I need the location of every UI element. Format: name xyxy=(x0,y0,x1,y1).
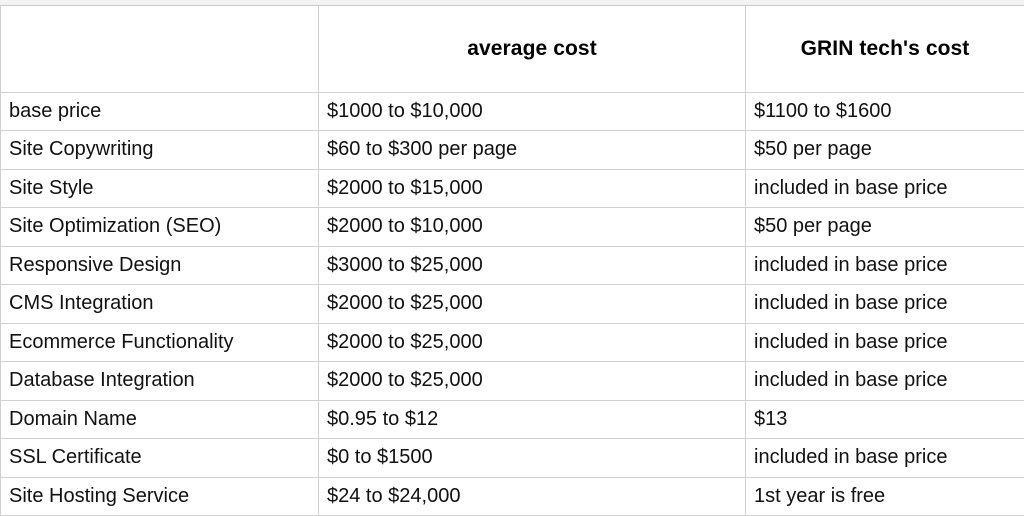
table-cell-grin: $1100 to $1600 xyxy=(745,92,1024,131)
cell-text: $3000 to $25,000 xyxy=(327,253,483,276)
cell-text: $24 to $24,000 xyxy=(327,484,461,507)
table-cell-average: $1000 to $10,000 xyxy=(318,92,746,131)
cell-text: SSL Certificate xyxy=(9,446,142,469)
cell-text: Responsive Design xyxy=(9,253,182,276)
table-row: Site Copywriting $60 to $300 per page $50 … xyxy=(0,130,1024,170)
column-header-grin-tech-cost: GRIN tech's cost xyxy=(745,6,1024,93)
table-cell-average: $0.95 to $12 xyxy=(318,400,746,439)
cell-text: Site Copywriting xyxy=(9,138,154,161)
cell-text: Site Hosting Service xyxy=(9,484,190,507)
cell-text: Site Optimization (SEO) xyxy=(9,215,222,238)
table-row: Database Integration $2000 to $25,000 incl… xyxy=(0,361,1024,401)
table-row: Responsive Design $3000 to $25,000 include… xyxy=(0,246,1024,285)
cell-text: Database Integration xyxy=(9,369,195,392)
cell-text: $1000 to $10,000 xyxy=(327,99,483,122)
table-cell-feature: Site Optimization (SEO) xyxy=(0,207,319,247)
cell-text: included in base price xyxy=(754,369,948,392)
cell-text: included in base price xyxy=(754,253,948,276)
cell-text: 1st year is free xyxy=(754,484,886,507)
cell-text: $2000 to $25,000 xyxy=(327,369,483,392)
table-cell-average: $24 to $24,000 xyxy=(318,477,746,516)
column-header-feature xyxy=(0,6,319,93)
table-cell-grin: included in base price xyxy=(745,169,1024,208)
table-row: base price $1000 to $10,000 $1100 to $1600 xyxy=(0,92,1024,131)
cell-text: $0.95 to $12 xyxy=(327,407,439,430)
table-cell-feature: Domain Name xyxy=(0,400,319,439)
column-header-average-cost: average cost xyxy=(318,6,746,93)
table-row: Ecommerce Functionality $2000 to $25,000 i… xyxy=(0,323,1024,362)
table-cell-feature: SSL Certificate xyxy=(0,438,319,478)
table-cell-average: $2000 to $15,000 xyxy=(318,169,746,208)
cell-text: included in base price xyxy=(754,330,948,353)
table-cell-grin: included in base price xyxy=(745,323,1024,362)
table-row: CMS Integration $2000 to $25,000 included … xyxy=(0,284,1024,324)
table-row: SSL Certificate $0 to $1500 included in ba… xyxy=(0,438,1024,478)
cell-text: $50 per page xyxy=(754,138,872,161)
table-cell-grin: included in base price xyxy=(745,361,1024,401)
cell-text: $2000 to $25,000 xyxy=(327,292,483,315)
table-row: Domain Name $0.95 to $12 $13 xyxy=(0,400,1024,439)
table-cell-feature: Site Copywriting xyxy=(0,130,319,170)
table-cell-grin: $50 per page xyxy=(745,207,1024,247)
cell-text: $13 xyxy=(754,407,788,430)
table-cell-grin: $50 per page xyxy=(745,130,1024,170)
table-cell-grin: included in base price xyxy=(745,438,1024,478)
cell-text: CMS Integration xyxy=(9,292,154,315)
table-cell-average: $0 to $1500 xyxy=(318,438,746,478)
table-cell-feature: Database Integration xyxy=(0,361,319,401)
table-cell-grin: included in base price xyxy=(745,284,1024,324)
table-cell-average: $60 to $300 per page xyxy=(318,130,746,170)
cell-text: included in base price xyxy=(754,176,948,199)
table-cell-grin: 1st year is free xyxy=(745,477,1024,516)
table-cell-feature: Site Style xyxy=(0,169,319,208)
cell-text: Site Style xyxy=(9,176,94,199)
table-body: base price $1000 to $10,000 $1100 to $1600… xyxy=(0,92,1024,516)
website-cost-comparison-table: average cost GRIN tech's cost base price… xyxy=(0,6,1024,516)
cell-text: $50 per page xyxy=(754,215,872,238)
cell-text: $1100 to $1600 xyxy=(754,99,892,122)
table-cell-grin: $13 xyxy=(745,400,1024,439)
cell-text: base price xyxy=(9,99,102,122)
table-row: Site Optimization (SEO) $2000 to $10,000 $… xyxy=(0,207,1024,247)
table-cell-feature: Ecommerce Functionality xyxy=(0,323,319,362)
table-cell-feature: base price xyxy=(0,92,319,131)
table-cell-feature: Responsive Design xyxy=(0,246,319,285)
cell-text: Ecommerce Functionality xyxy=(9,330,234,353)
cell-text: included in base price xyxy=(754,446,948,469)
cell-text: $2000 to $15,000 xyxy=(327,176,483,199)
cell-text: $2000 to $10,000 xyxy=(327,215,483,238)
table-cell-average: $2000 to $25,000 xyxy=(318,361,746,401)
table-cell-average: $2000 to $25,000 xyxy=(318,323,746,362)
table-header-row: average cost GRIN tech's cost xyxy=(0,6,1024,93)
table-cell-average: $2000 to $25,000 xyxy=(318,284,746,324)
cell-text: Domain Name xyxy=(9,407,137,430)
cell-text: $0 to $1500 xyxy=(327,446,433,469)
table-header: average cost GRIN tech's cost xyxy=(0,6,1024,93)
table-row: Site Hosting Service $24 to $24,000 1st ye… xyxy=(0,477,1024,516)
table-cell-feature: Site Hosting Service xyxy=(0,477,319,516)
table-cell-average: $2000 to $10,000 xyxy=(318,207,746,247)
table-row: Site Style $2000 to $15,000 included in ba… xyxy=(0,169,1024,208)
table-cell-feature: CMS Integration xyxy=(0,284,319,324)
table-cell-average: $3000 to $25,000 xyxy=(318,246,746,285)
cell-text: included in base price xyxy=(754,292,948,315)
cell-text: $60 to $300 per page xyxy=(327,138,518,161)
table-cell-grin: included in base price xyxy=(745,246,1024,285)
cell-text: $2000 to $25,000 xyxy=(327,330,483,353)
